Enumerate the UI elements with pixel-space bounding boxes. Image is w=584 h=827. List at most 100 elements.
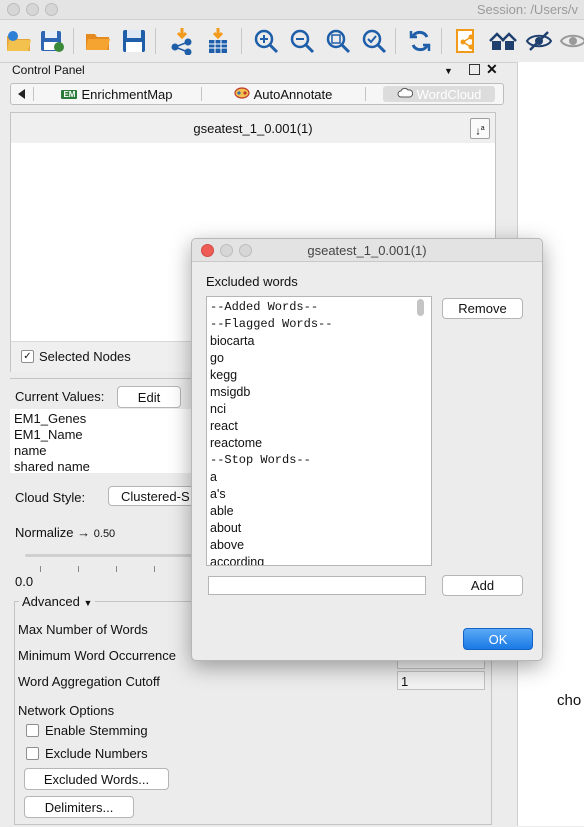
close-window-button[interactable] bbox=[7, 3, 20, 16]
hide-icon[interactable] bbox=[524, 26, 554, 56]
excluded-words-button[interactable]: Excluded Words... bbox=[24, 768, 169, 790]
list-item[interactable]: go bbox=[210, 351, 224, 365]
autoannotate-logo-icon bbox=[233, 86, 250, 102]
chevron-down-icon: ▼ bbox=[83, 598, 93, 608]
dialog-zoom-button[interactable] bbox=[239, 244, 252, 257]
list-item[interactable]: about bbox=[210, 521, 241, 535]
dialog-title: gseatest_1_0.001(1) bbox=[307, 243, 427, 258]
tab-autoannotate[interactable]: AutoAnnotate bbox=[202, 84, 364, 104]
attribute-item[interactable]: name bbox=[14, 443, 47, 458]
ok-button[interactable]: OK bbox=[463, 628, 533, 650]
normalize-value: 0.50 bbox=[93, 528, 116, 540]
show-icon[interactable] bbox=[558, 26, 584, 56]
excluded-words-dialog: gseatest_1_0.001(1) Excluded words --Add… bbox=[191, 238, 543, 661]
close-panel-icon[interactable]: ✕ bbox=[486, 61, 498, 78]
cloud-list-header: gseatest_1_0.001(1) ↓a bbox=[11, 113, 495, 144]
delimiters-button[interactable]: Delimiters... bbox=[24, 796, 134, 818]
excluded-words-label: Excluded words bbox=[206, 274, 298, 289]
refresh-icon[interactable] bbox=[405, 26, 435, 56]
save-file-icon[interactable] bbox=[119, 26, 149, 56]
list-item[interactable]: a bbox=[210, 470, 217, 484]
import-table-icon[interactable] bbox=[203, 26, 233, 56]
zoom-selected-icon[interactable] bbox=[359, 26, 389, 56]
exclude-numbers-label: Exclude Numbers bbox=[45, 746, 148, 761]
save-session-icon[interactable] bbox=[37, 26, 67, 56]
tab-separator bbox=[365, 87, 366, 101]
list-item[interactable]: react bbox=[210, 419, 238, 433]
list-item[interactable]: --Added Words-- bbox=[210, 300, 318, 314]
share-icon[interactable] bbox=[452, 26, 482, 56]
exclude-numbers-checkbox[interactable] bbox=[26, 747, 39, 760]
list-item[interactable]: --Stop Words-- bbox=[210, 453, 311, 467]
dialog-minimize-button[interactable] bbox=[220, 244, 233, 257]
add-word-input[interactable] bbox=[208, 576, 426, 595]
attribute-item[interactable]: EM1_Name bbox=[14, 427, 83, 442]
list-item[interactable]: nci bbox=[210, 402, 226, 416]
sort-icon[interactable]: ↓a bbox=[470, 118, 490, 139]
excluded-words-list[interactable]: --Added Words-- --Flagged Words-- biocar… bbox=[206, 296, 432, 566]
list-item[interactable]: a's bbox=[210, 487, 226, 501]
max-words-label: Max Number of Words bbox=[18, 622, 148, 637]
attribute-item[interactable]: EM1_Genes bbox=[14, 411, 86, 426]
list-item[interactable]: above bbox=[210, 538, 244, 552]
open-file-icon[interactable] bbox=[83, 26, 113, 56]
import-network-icon[interactable] bbox=[167, 26, 197, 56]
normalize-slider[interactable] bbox=[25, 554, 195, 557]
main-toolbar bbox=[0, 20, 584, 63]
tab-label: AutoAnnotate bbox=[253, 86, 333, 102]
arrow-right-icon: → bbox=[77, 525, 91, 540]
tab-scroll-left-icon[interactable] bbox=[11, 84, 33, 104]
remove-button[interactable]: Remove bbox=[442, 298, 523, 319]
aggregation-field[interactable]: 1 bbox=[397, 671, 485, 690]
window-title-bar: Session: /Users/v bbox=[0, 0, 584, 20]
tab-label: WordCloud bbox=[416, 86, 482, 102]
zoom-in-icon[interactable] bbox=[251, 26, 281, 56]
cloud-name: gseatest_1_0.001(1) bbox=[193, 121, 313, 136]
selected-nodes-label: Selected Nodes bbox=[39, 349, 131, 364]
list-item[interactable]: according bbox=[210, 555, 264, 565]
minimize-window-button[interactable] bbox=[26, 3, 39, 16]
list-item[interactable]: biocarta bbox=[210, 334, 254, 348]
home-icon[interactable] bbox=[488, 26, 518, 56]
list-scrollbar-thumb[interactable] bbox=[417, 299, 424, 316]
list-item[interactable]: reactome bbox=[210, 436, 262, 450]
toolbar-separator bbox=[241, 28, 242, 54]
tab-label: EnrichmentMap bbox=[81, 86, 173, 102]
attribute-item[interactable]: shared name bbox=[14, 459, 90, 474]
float-panel-icon[interactable] bbox=[469, 64, 480, 75]
open-session-icon[interactable] bbox=[4, 26, 34, 56]
zoom-out-icon[interactable] bbox=[287, 26, 317, 56]
current-values-label: Current Values: bbox=[15, 389, 105, 404]
tab-wordcloud[interactable]: WordCloud bbox=[383, 86, 495, 102]
dialog-close-button[interactable] bbox=[201, 244, 214, 257]
toolbar-separator bbox=[395, 28, 396, 54]
advanced-toggle[interactable]: Advanced ▼ bbox=[19, 594, 96, 609]
zoom-window-button[interactable] bbox=[45, 3, 58, 16]
zoom-fit-icon[interactable] bbox=[323, 26, 353, 56]
control-panel-title: Control Panel bbox=[12, 63, 85, 77]
enrichmentmap-logo-icon: EM bbox=[61, 89, 78, 99]
list-item[interactable]: kegg bbox=[210, 368, 237, 382]
wordcloud-cloud-icon bbox=[397, 87, 413, 102]
toolbar-separator bbox=[73, 28, 74, 54]
tab-enrichmentmap[interactable]: EM EnrichmentMap bbox=[34, 84, 200, 104]
slider-tick bbox=[116, 566, 117, 572]
list-item[interactable]: able bbox=[210, 504, 234, 518]
slider-tick bbox=[78, 566, 79, 572]
selected-nodes-checkbox[interactable]: ✓ bbox=[21, 350, 34, 363]
panel-menu-chevron-icon[interactable]: ▼ bbox=[444, 66, 453, 76]
add-button[interactable]: Add bbox=[442, 575, 523, 596]
normalize-row: Normalize → 0.50 bbox=[15, 525, 115, 540]
network-view-partial-text: cho bbox=[557, 692, 582, 709]
enable-stemming-checkbox[interactable] bbox=[26, 724, 39, 737]
session-path: Session: /Users/v bbox=[476, 2, 578, 17]
edit-button[interactable]: Edit bbox=[117, 386, 181, 408]
list-item[interactable]: --Flagged Words-- bbox=[210, 317, 332, 331]
toolbar-separator bbox=[155, 28, 156, 54]
dialog-title-bar: gseatest_1_0.001(1) bbox=[192, 239, 542, 262]
enable-stemming-label: Enable Stemming bbox=[45, 723, 148, 738]
aggregation-label: Word Aggregation Cutoff bbox=[18, 674, 160, 689]
advanced-label: Advanced bbox=[22, 594, 80, 609]
list-item[interactable]: msigdb bbox=[210, 385, 250, 399]
normalize-label: Normalize bbox=[15, 525, 74, 540]
